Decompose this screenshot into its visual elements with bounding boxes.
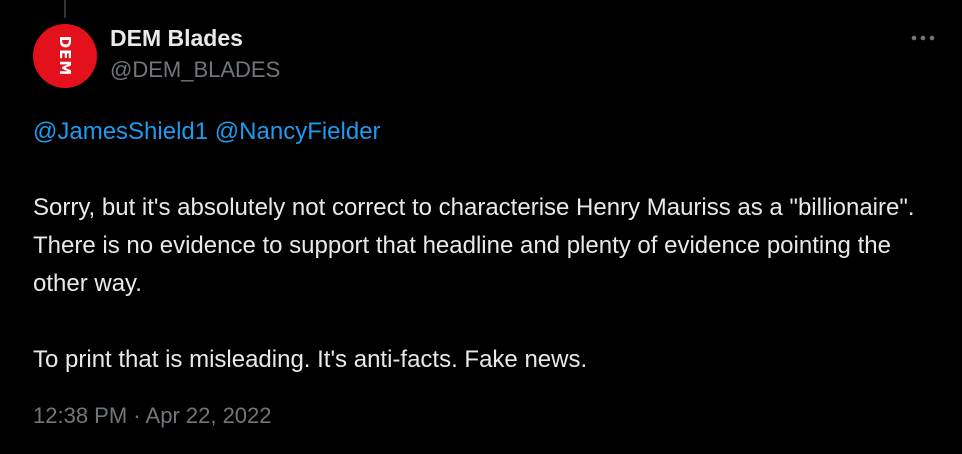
- more-horizontal-icon: [911, 35, 935, 41]
- tweet-paragraph: Sorry, but it's absolutely not correct t…: [33, 194, 915, 297]
- timestamp-time-link[interactable]: 12:38 PM: [33, 403, 127, 428]
- tweet-mentions: @JamesShield1 @NancyFielder: [33, 113, 933, 151]
- tweet-text: @JamesShield1 @NancyFielder Sorry, but i…: [33, 113, 933, 379]
- avatar-logo-text: DEM: [56, 35, 74, 77]
- thread-connector-line: [64, 0, 66, 18]
- avatar[interactable]: DEM: [33, 24, 97, 88]
- author-handle[interactable]: @DEM_BLADES: [110, 57, 280, 83]
- more-options-button[interactable]: [906, 26, 940, 50]
- tweet-timestamp: 12:38 PM · Apr 22, 2022: [33, 403, 272, 429]
- timestamp-separator: ·: [133, 403, 141, 428]
- mention-link[interactable]: @JamesShield1: [33, 118, 208, 145]
- timestamp-date-link[interactable]: Apr 22, 2022: [146, 403, 272, 428]
- author-display-name[interactable]: DEM Blades: [110, 25, 243, 52]
- tweet-paragraph: To print that is misleading. It's anti-f…: [33, 346, 588, 373]
- mention-link[interactable]: @NancyFielder: [215, 118, 381, 145]
